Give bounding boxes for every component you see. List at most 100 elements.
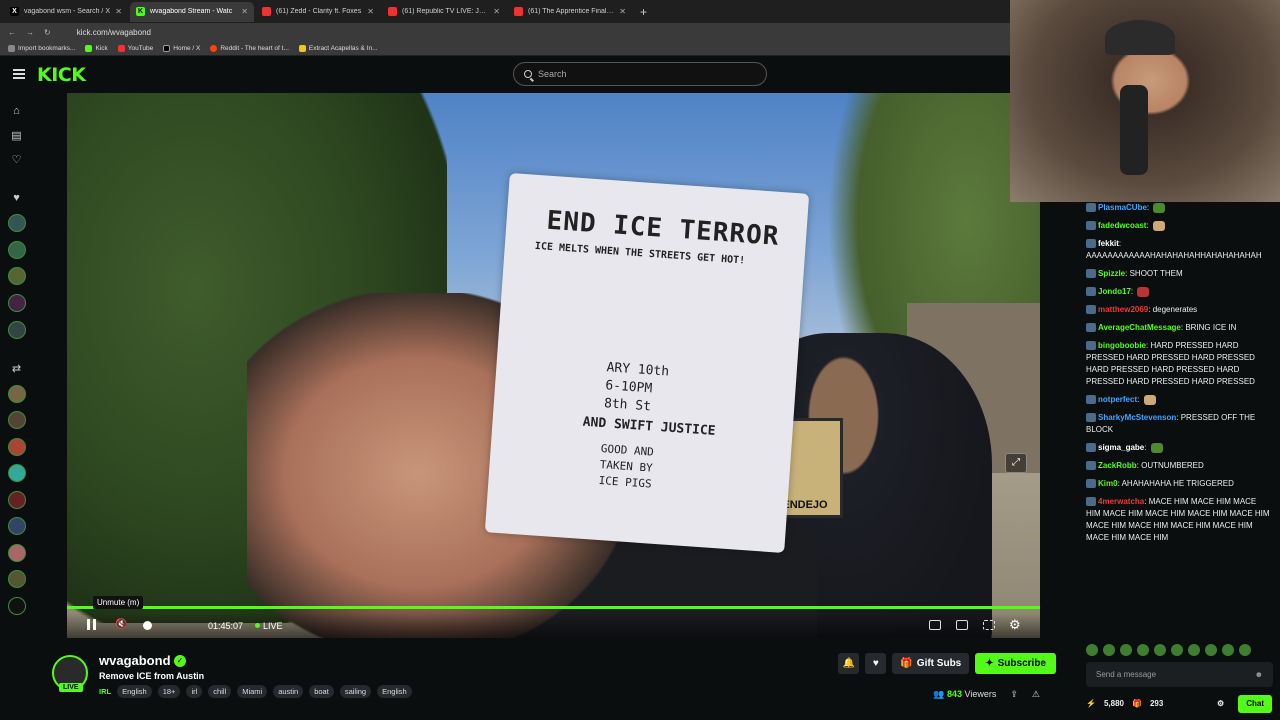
browser-tab[interactable]: (61) Zedd - Clarity ft. Foxes ✕ — [256, 2, 380, 22]
bookmark-item[interactable]: Kick — [85, 44, 108, 52]
url-field[interactable]: kick.com/wvagabond — [77, 28, 151, 37]
recommended-channel-avatar[interactable] — [8, 411, 26, 429]
close-icon[interactable]: ✕ — [115, 7, 122, 16]
chat-settings-icon[interactable]: ⚙ — [1217, 698, 1224, 710]
chat-message: AverageChatMessage: BRING ICE IN — [1086, 322, 1272, 334]
tag-chip[interactable]: irl — [186, 685, 203, 698]
tag-chip[interactable]: Miami — [237, 685, 268, 698]
browser-tab[interactable]: (61) Republic TV LIVE: January ✕ — [382, 2, 506, 22]
tag-chip[interactable]: English — [377, 685, 412, 698]
forward-icon[interactable]: → — [26, 28, 34, 37]
chat-username[interactable]: matthew2069 — [1098, 305, 1148, 314]
subscribe-button[interactable]: ✦ Subscribe — [975, 653, 1056, 674]
emote-icon[interactable] — [1137, 644, 1149, 656]
followed-channel-avatar[interactable] — [8, 267, 26, 285]
hamburger-menu-icon[interactable] — [13, 69, 25, 79]
recommended-channel-avatar[interactable] — [8, 491, 26, 509]
chat-username[interactable]: fekkit — [1098, 239, 1119, 248]
browser-tab[interactable]: (61) The Apprentice Final | WSh ✕ — [508, 2, 632, 22]
heart-icon[interactable]: ♥ — [10, 192, 23, 205]
chat-message-input[interactable]: Send a message ☻ — [1086, 662, 1273, 687]
fullscreen-icon[interactable] — [983, 620, 995, 630]
progress-bar[interactable] — [67, 606, 1040, 609]
close-icon[interactable]: ✕ — [493, 7, 500, 16]
popout-icon[interactable]: ⤢ — [1005, 453, 1027, 473]
followed-channel-avatar[interactable] — [8, 214, 26, 232]
chat-username[interactable]: fadedwcoast — [1098, 221, 1146, 230]
recommended-channel-avatar[interactable] — [8, 517, 26, 535]
tag-chip[interactable]: chill — [208, 685, 232, 698]
chat-username[interactable]: Spizzle — [1098, 269, 1125, 278]
followed-channel-avatar[interactable] — [8, 241, 26, 259]
bookmark-item[interactable]: YouTube — [117, 44, 153, 52]
chat-username[interactable]: Jondo17 — [1098, 287, 1131, 296]
settings-gear-icon[interactable]: ⚙ — [1009, 617, 1021, 633]
tag-chip[interactable]: sailing — [339, 685, 372, 698]
recommended-channel-avatar[interactable] — [8, 464, 26, 482]
follow-heart-icon[interactable]: ♥ — [865, 653, 887, 674]
chat-username[interactable]: AverageChatMessage — [1098, 323, 1181, 332]
search-input[interactable]: Search — [513, 62, 767, 86]
pause-icon[interactable] — [87, 619, 96, 630]
close-icon[interactable]: ✕ — [619, 7, 626, 16]
tag-chip[interactable]: English — [117, 685, 152, 698]
tag-chip[interactable]: boat — [309, 685, 334, 698]
browser-tab-active[interactable]: Kwvagabond Stream - Watc ✕ — [130, 1, 254, 22]
new-tab-button[interactable]: + — [634, 5, 653, 19]
report-icon[interactable]: ⚠ — [1032, 689, 1040, 700]
muted-volume-icon[interactable]: 🔇 — [115, 619, 127, 630]
emoji-icon[interactable]: ☻ — [1255, 669, 1263, 681]
chat-username[interactable]: 4merwatcha — [1098, 497, 1144, 506]
browser-tab[interactable]: Xvagabond wsm - Search / X ✕ — [4, 2, 128, 22]
emote-icon[interactable] — [1120, 644, 1132, 656]
tag-chip[interactable]: 18+ — [157, 685, 181, 698]
chat-send-button[interactable]: Chat — [1238, 695, 1272, 713]
following-icon[interactable]: ♡ — [10, 154, 23, 167]
followed-channel-avatar[interactable] — [8, 321, 26, 339]
category-link[interactable]: IRL — [99, 687, 111, 696]
emote-icon[interactable] — [1154, 644, 1166, 656]
emote-icon[interactable] — [1171, 644, 1183, 656]
emote-icon[interactable] — [1205, 644, 1217, 656]
chat-username[interactable]: bingoboobie — [1098, 341, 1146, 350]
chat-username[interactable]: Kim0 — [1098, 479, 1118, 488]
bookmark-item[interactable]: Import bookmarks... — [8, 44, 75, 52]
home-icon[interactable]: ⌂ — [10, 105, 23, 118]
share-icon[interactable]: ⇪ — [1010, 689, 1018, 700]
close-icon[interactable]: ✕ — [241, 7, 248, 16]
followed-channel-avatar[interactable] — [8, 294, 26, 312]
chat-username[interactable]: ZackRobb — [1098, 461, 1137, 470]
chat-username[interactable]: SharkyMcStevenson — [1098, 413, 1176, 422]
gift-subs-button[interactable]: 🎁 Gift Subs — [892, 653, 970, 674]
recommended-icon[interactable]: ⇄ — [10, 363, 23, 376]
emote-icon[interactable] — [1239, 644, 1251, 656]
live-label[interactable]: LIVE — [263, 621, 283, 631]
kick-logo[interactable]: KICK — [37, 64, 86, 86]
emote-icon[interactable] — [1103, 644, 1115, 656]
back-icon[interactable]: ← — [8, 28, 16, 37]
bookmark-item[interactable]: Extract Acapellas & In... — [298, 44, 378, 52]
recommended-channel-avatar[interactable] — [8, 597, 26, 615]
chat-username[interactable]: notperfect — [1098, 395, 1137, 404]
volume-slider[interactable] — [143, 621, 152, 630]
bookmark-item[interactable]: Home / X — [163, 44, 200, 52]
channel-name[interactable]: wvagabond — [99, 653, 171, 668]
emote-icon[interactable] — [1086, 644, 1098, 656]
chat-username[interactable]: sigma_gabe — [1098, 443, 1144, 452]
clip-icon[interactable] — [929, 620, 941, 630]
chat-username[interactable]: PlasmaCUbe — [1098, 203, 1147, 212]
notification-bell-icon[interactable]: 🔔 — [838, 653, 860, 674]
recommended-channel-avatar[interactable] — [8, 544, 26, 562]
recommended-channel-avatar[interactable] — [8, 438, 26, 456]
close-icon[interactable]: ✕ — [367, 7, 374, 16]
reload-icon[interactable]: ↻ — [44, 28, 51, 37]
recommended-channel-avatar[interactable] — [8, 570, 26, 588]
video-player[interactable]: ENDEJO OSTND END ICE TERROR ICE MELTS WH… — [67, 93, 1040, 638]
emote-icon[interactable] — [1222, 644, 1234, 656]
theater-mode-icon[interactable] — [956, 620, 968, 630]
tag-chip[interactable]: austin — [273, 685, 304, 698]
bookmark-item[interactable]: Reddit - The heart of t... — [210, 44, 289, 52]
emote-icon[interactable] — [1188, 644, 1200, 656]
recommended-channel-avatar[interactable] — [8, 385, 26, 403]
browse-icon[interactable]: ▤ — [10, 130, 23, 143]
